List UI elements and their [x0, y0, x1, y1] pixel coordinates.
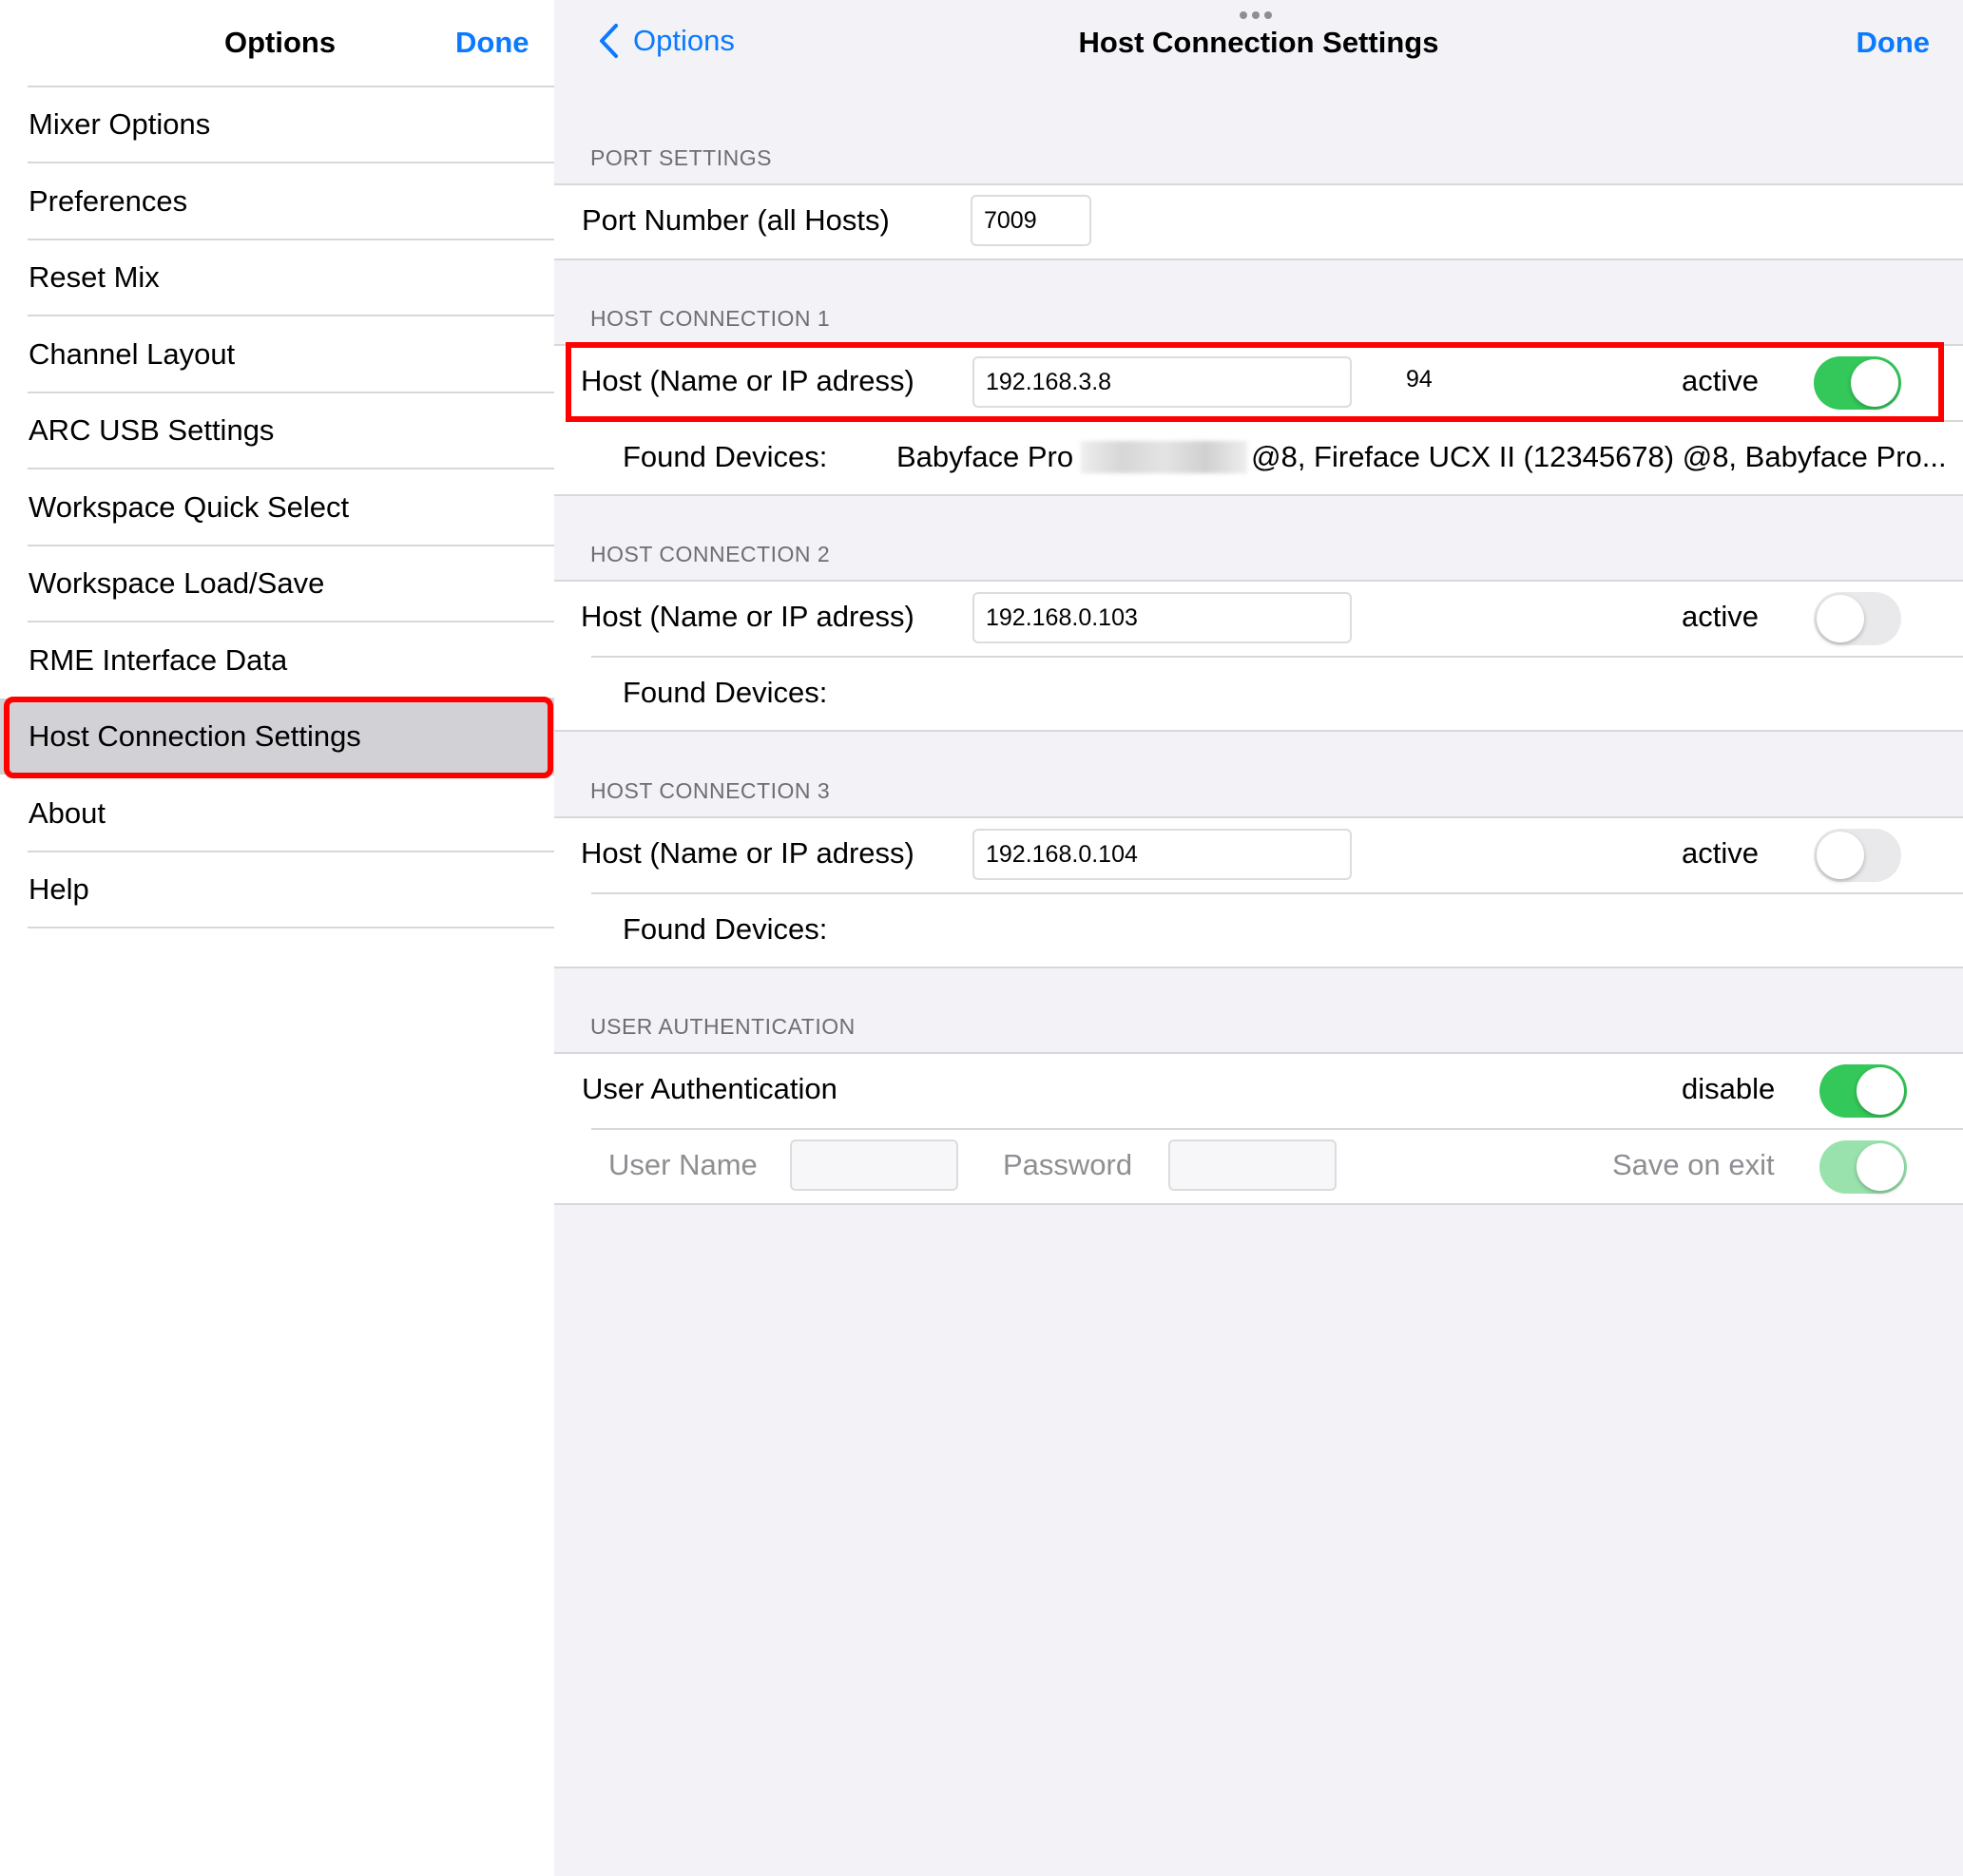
section-header-auth: USER AUTHENTICATION: [590, 1014, 856, 1039]
found-devices-rest: @8, Fireface UCX II (12345678) @8, Babyf…: [1251, 440, 1947, 473]
sidebar-item-label: RME Interface Data: [29, 642, 288, 677]
sidebar-item-label: Reset Mix: [29, 260, 160, 294]
sidebar-item-label: About: [29, 795, 106, 830]
sidebar-item-label: Preferences: [29, 183, 188, 218]
host-label: Host (Name or IP adress): [581, 600, 914, 633]
password-label: Password: [1003, 1148, 1133, 1181]
user-auth-label: User Authentication: [582, 1072, 837, 1105]
found-devices-list: Babyface Pro @8, Fireface UCX II (1234567…: [896, 440, 1947, 474]
page-title: Host Connection Settings: [1078, 26, 1439, 59]
sidebar-item[interactable]: Reset Mix: [0, 239, 554, 316]
sidebar-item-label: Help: [29, 872, 89, 906]
disable-label: disable: [1682, 1072, 1776, 1105]
sidebar-item-label: Workspace Quick Select: [29, 489, 350, 524]
sidebar-done-button[interactable]: Done: [455, 26, 529, 60]
sidebar-item[interactable]: RME Interface Data: [0, 622, 554, 699]
username-input[interactable]: [790, 1139, 958, 1191]
drag-handle-icon[interactable]: [1240, 11, 1272, 19]
sidebar-item-label: Mixer Options: [29, 107, 211, 141]
sidebar-item[interactable]: Workspace Quick Select: [0, 469, 554, 546]
selection-highlight-box: [4, 697, 553, 778]
active-label: active: [1682, 836, 1759, 870]
disable-auth-toggle[interactable]: [1819, 1064, 1907, 1118]
save-on-exit-toggle[interactable]: [1819, 1140, 1907, 1194]
active-toggle[interactable]: [1814, 829, 1901, 882]
port-label: Port Number (all Hosts): [582, 203, 890, 237]
port-input[interactable]: 7009: [971, 195, 1091, 246]
section-header-host-1: HOST CONNECTION 1: [590, 306, 831, 331]
host-input[interactable]: 192.168.0.104: [972, 829, 1352, 880]
sidebar-title: Options: [224, 26, 337, 59]
found-devices-label: Found Devices:: [623, 912, 828, 946]
host-connection-2: Host (Name or IP adress) 192.168.0.103 a…: [554, 580, 1963, 732]
redacted-serial: [1081, 441, 1248, 473]
sidebar-item-label: Workspace Load/Save: [29, 566, 325, 600]
sidebar-item[interactable]: About: [0, 775, 554, 852]
found-devices-label: Found Devices:: [623, 440, 828, 473]
username-label: User Name: [608, 1148, 758, 1181]
sidebar-item-label: ARC USB Settings: [29, 413, 275, 447]
port-row: Port Number (all Hosts) 7009: [554, 183, 1963, 260]
active-toggle[interactable]: [1814, 592, 1901, 645]
found-device-1: Babyface Pro: [896, 440, 1074, 473]
sidebar-item[interactable]: Help: [0, 852, 554, 928]
sidebar-item-label: Channel Layout: [29, 336, 236, 371]
sidebar-item[interactable]: Channel Layout: [0, 316, 554, 392]
host-connection-3: Host (Name or IP adress) 192.168.0.104 a…: [554, 816, 1963, 968]
done-button[interactable]: Done: [1857, 26, 1931, 60]
password-input[interactable]: [1168, 1139, 1337, 1191]
section-header-host-2: HOST CONNECTION 2: [590, 542, 831, 566]
sidebar-item[interactable]: Preferences: [0, 163, 554, 239]
sidebar-item[interactable]: Workspace Load/Save: [0, 546, 554, 622]
found-devices-label: Found Devices:: [623, 676, 828, 709]
host-label: Host (Name or IP adress): [581, 836, 914, 870]
host-input[interactable]: 192.168.0.103: [972, 592, 1352, 643]
host-connection-panel: Options Host Connection Settings Done PO…: [554, 0, 1963, 1876]
active-label: active: [1682, 600, 1759, 633]
auth-group: User Authentication disable User Name Pa…: [554, 1052, 1963, 1205]
host-1-highlight-box: [566, 342, 1944, 422]
section-header-port: PORT SETTINGS: [590, 145, 772, 170]
save-on-exit-label: Save on exit: [1612, 1148, 1775, 1181]
sidebar-item[interactable]: Mixer Options: [0, 86, 554, 163]
section-header-host-3: HOST CONNECTION 3: [590, 778, 831, 803]
options-sidebar: Options Done Mixer Options Preferences Res…: [0, 0, 554, 1876]
sidebar-item[interactable]: ARC USB Settings: [0, 392, 554, 469]
